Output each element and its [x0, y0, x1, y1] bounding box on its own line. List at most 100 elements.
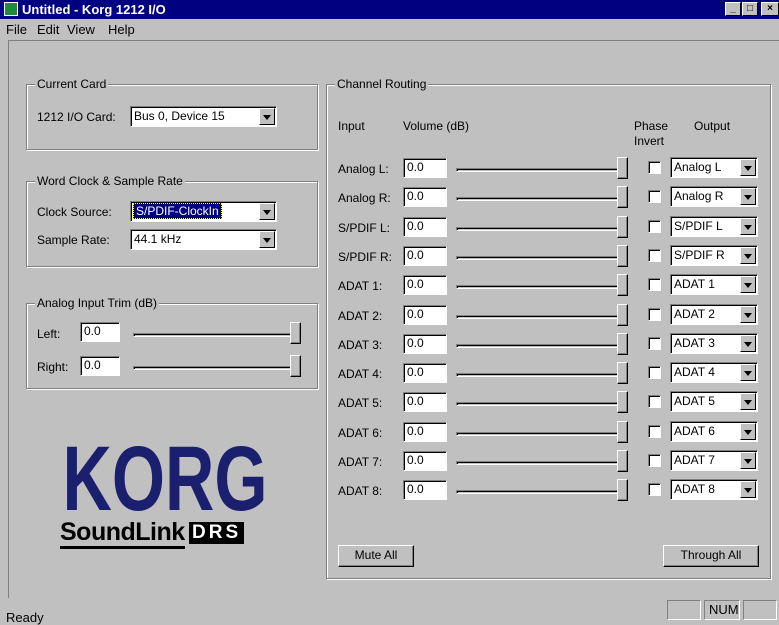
channel-volume-slider-track[interactable] [456, 315, 628, 319]
chevron-down-icon[interactable] [740, 306, 756, 323]
chevron-down-icon[interactable] [259, 231, 275, 248]
channel-output-select[interactable]: ADAT 1 [670, 274, 758, 295]
sample-rate-label: Sample Rate: [37, 233, 110, 247]
chevron-down-icon[interactable] [740, 481, 756, 498]
phase-invert-checkbox[interactable] [648, 366, 661, 379]
chevron-down-icon[interactable] [740, 188, 756, 205]
channel-volume-slider-thumb[interactable] [617, 391, 628, 413]
channel-volume-slider-track[interactable] [456, 168, 628, 172]
channel-input-label: ADAT 1: [338, 279, 383, 293]
channel-volume-slider-track[interactable] [456, 402, 628, 406]
menu-edit[interactable]: Edit [37, 22, 59, 37]
channel-volume-input[interactable]: 0.0 [403, 275, 447, 295]
card-select[interactable]: Bus 0, Device 15 [130, 106, 277, 127]
channel-volume-slider-thumb[interactable] [617, 479, 628, 501]
channel-volume-slider-thumb[interactable] [617, 157, 628, 179]
channel-volume-input[interactable]: 0.0 [403, 217, 447, 237]
phase-invert-checkbox[interactable] [648, 249, 661, 262]
chevron-down-icon[interactable] [259, 108, 275, 125]
phase-invert-checkbox[interactable] [648, 220, 661, 233]
chevron-down-icon[interactable] [740, 247, 756, 264]
menu-help[interactable]: Help [108, 22, 135, 37]
phase-invert-checkbox[interactable] [648, 278, 661, 291]
status-pane-num: NUM [704, 600, 740, 620]
channel-volume-slider-track[interactable] [456, 256, 628, 260]
through-all-button[interactable]: Through All [663, 545, 759, 567]
channel-output-select[interactable]: ADAT 3 [670, 333, 758, 354]
phase-invert-checkbox[interactable] [648, 190, 661, 203]
phase-invert-checkbox[interactable] [648, 337, 661, 350]
phase-invert-checkbox[interactable] [648, 395, 661, 408]
channel-output-select[interactable]: S/PDIF R [670, 245, 758, 266]
chevron-down-icon[interactable] [740, 393, 756, 410]
channel-volume-input[interactable]: 0.0 [403, 158, 447, 178]
title-bar: Untitled - Korg 1212 I/O _ □ × [0, 0, 779, 19]
channel-volume-slider-thumb[interactable] [617, 421, 628, 443]
chevron-down-icon[interactable] [259, 203, 275, 220]
channel-volume-slider-thumb[interactable] [617, 333, 628, 355]
trim-left-slider-thumb[interactable] [290, 322, 301, 344]
phase-invert-checkbox[interactable] [648, 425, 661, 438]
clock-source-select[interactable]: S/PDIF-ClockIn [130, 201, 277, 222]
channel-volume-slider-thumb[interactable] [617, 186, 628, 208]
minimize-button[interactable]: _ [725, 2, 741, 16]
channel-volume-slider-track[interactable] [456, 490, 628, 494]
mute-all-button[interactable]: Mute All [338, 545, 414, 567]
channel-volume-slider-thumb[interactable] [617, 304, 628, 326]
app-icon[interactable] [4, 2, 18, 16]
channel-volume-slider-track[interactable] [456, 344, 628, 348]
menu-file[interactable]: File [6, 22, 27, 37]
phase-invert-checkbox[interactable] [648, 161, 661, 174]
menu-view[interactable]: View [67, 22, 95, 37]
channel-volume-slider-thumb[interactable] [617, 216, 628, 238]
chevron-down-icon[interactable] [740, 423, 756, 440]
trim-right-slider-thumb[interactable] [290, 355, 301, 377]
channel-volume-slider-thumb[interactable] [617, 274, 628, 296]
chevron-down-icon[interactable] [740, 276, 756, 293]
channel-volume-input[interactable]: 0.0 [403, 392, 447, 412]
trim-left-slider-track[interactable] [133, 333, 301, 337]
channel-volume-input[interactable]: 0.0 [403, 451, 447, 471]
chevron-down-icon[interactable] [740, 159, 756, 176]
trim-right-slider-track[interactable] [133, 366, 301, 370]
channel-volume-input[interactable]: 0.0 [403, 334, 447, 354]
channel-volume-input[interactable]: 0.0 [403, 305, 447, 325]
close-button[interactable]: × [761, 2, 779, 16]
channel-output-select[interactable]: ADAT 7 [670, 450, 758, 471]
channel-volume-input[interactable]: 0.0 [403, 363, 447, 383]
phase-invert-checkbox[interactable] [648, 308, 661, 321]
channel-output-select[interactable]: ADAT 5 [670, 391, 758, 412]
phase-invert-checkbox[interactable] [648, 483, 661, 496]
trim-right-label: Right: [37, 360, 69, 374]
trim-left-input[interactable]: 0.0 [80, 322, 120, 342]
sample-rate-select[interactable]: 44.1 kHz [130, 229, 277, 250]
channel-output-select[interactable]: S/PDIF L [670, 216, 758, 237]
channel-output-select[interactable]: ADAT 8 [670, 479, 758, 500]
channel-output-select[interactable]: ADAT 4 [670, 362, 758, 383]
channel-volume-slider-track[interactable] [456, 285, 628, 289]
channel-volume-slider-thumb[interactable] [617, 362, 628, 384]
maximize-button[interactable]: □ [742, 2, 758, 16]
chevron-down-icon[interactable] [740, 452, 756, 469]
chevron-down-icon[interactable] [740, 218, 756, 235]
channel-output-select[interactable]: Analog L [670, 157, 758, 178]
channel-volume-slider-track[interactable] [456, 227, 628, 231]
chevron-down-icon[interactable] [740, 335, 756, 352]
channel-volume-slider-thumb[interactable] [617, 450, 628, 472]
channel-volume-input[interactable]: 0.0 [403, 480, 447, 500]
channel-volume-slider-track[interactable] [456, 373, 628, 377]
channel-volume-input[interactable]: 0.0 [403, 422, 447, 442]
channel-volume-input[interactable]: 0.0 [403, 246, 447, 266]
channel-input-label: Analog L: [338, 162, 389, 176]
channel-output-select[interactable]: ADAT 2 [670, 304, 758, 325]
channel-output-select[interactable]: ADAT 6 [670, 421, 758, 442]
channel-volume-slider-track[interactable] [456, 197, 628, 201]
trim-right-input[interactable]: 0.0 [80, 356, 120, 376]
channel-volume-slider-track[interactable] [456, 432, 628, 436]
channel-volume-slider-track[interactable] [456, 461, 628, 465]
channel-volume-input[interactable]: 0.0 [403, 187, 447, 207]
channel-output-select[interactable]: Analog R [670, 186, 758, 207]
channel-volume-slider-thumb[interactable] [617, 245, 628, 267]
phase-invert-checkbox[interactable] [648, 454, 661, 467]
chevron-down-icon[interactable] [740, 364, 756, 381]
